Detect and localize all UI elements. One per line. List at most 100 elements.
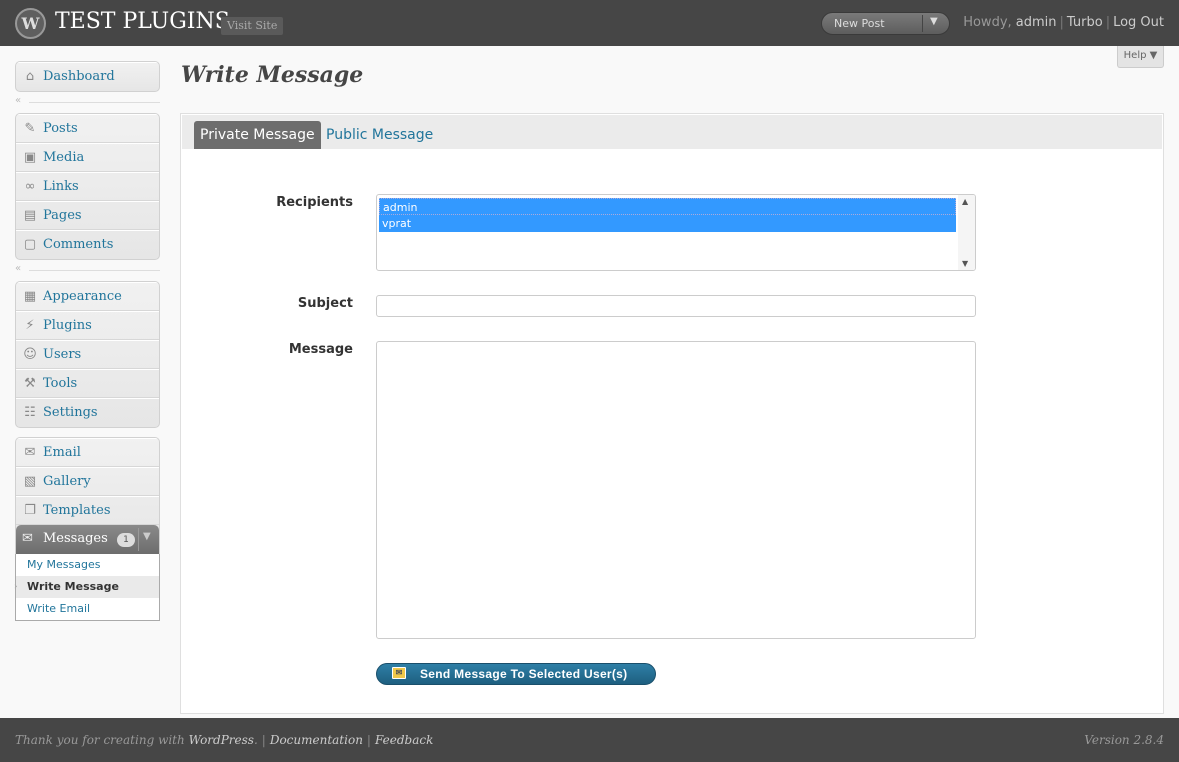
sidebar-item-links[interactable]: ∞ Links: [16, 172, 159, 201]
help-arrow-icon[interactable]: ▼: [1150, 50, 1158, 61]
sidebar-item-label[interactable]: Dashboard: [43, 69, 115, 84]
sidebar-item-label[interactable]: Gallery: [43, 474, 91, 489]
menu-collapse-separator[interactable]: «: [15, 92, 160, 113]
sidebar-item-label[interactable]: Templates: [43, 503, 111, 518]
separator-line: [29, 102, 160, 103]
recipient-option[interactable]: admin: [379, 198, 956, 215]
collapse-arrows-icon[interactable]: «: [15, 95, 21, 106]
admin-sidebar: ⌂ Dashboard « ✎ Posts ▣ Media ∞ Links ▤ Page…: [14, 61, 160, 621]
sidebar-item-label[interactable]: Pages: [43, 208, 82, 223]
messages-submenu: My Messages › Write Message Write Email: [14, 554, 160, 621]
new-post-dropdown[interactable]: New Post ▼: [821, 12, 950, 35]
sidebar-item-label[interactable]: Messages: [43, 531, 108, 546]
divider: [138, 528, 139, 551]
sidebar-item-label[interactable]: Plugins: [43, 318, 92, 333]
help-button[interactable]: Help ▼: [1117, 46, 1164, 68]
period-text: .: [253, 733, 258, 747]
home-icon: ⌂: [25, 69, 35, 84]
sidebar-item-templates[interactable]: ❐ Templates: [16, 496, 159, 525]
submenu-label[interactable]: Write Message: [27, 580, 119, 593]
expand-arrow-icon[interactable]: ▼: [143, 531, 151, 542]
sidebar-item-posts[interactable]: ✎ Posts: [16, 114, 159, 143]
recipient-option[interactable]: vprat: [379, 215, 956, 232]
wordpress-logo-icon[interactable]: W: [15, 8, 46, 39]
menu-group-settings: ▦ Appearance ⚡ Plugins ☺ Users ⚒ Tools ☷ Sett…: [15, 281, 160, 428]
submenu-write-message[interactable]: › Write Message: [14, 576, 159, 598]
link-icon: ∞: [24, 179, 36, 194]
sidebar-item-label[interactable]: Tools: [43, 376, 77, 391]
menu-collapse-separator[interactable]: «: [15, 260, 160, 281]
sidebar-item-media[interactable]: ▣ Media: [16, 143, 159, 172]
logout-link[interactable]: Log Out: [1113, 15, 1164, 30]
wordpress-link[interactable]: WordPress: [189, 733, 254, 747]
settings-icon: ☷: [24, 405, 36, 420]
pages-icon: ▤: [23, 208, 37, 223]
tab-bar: Private Message Public Message: [182, 115, 1162, 149]
footer-credits: Thank you for creating with WordPress. | D…: [15, 733, 433, 747]
submenu-write-email[interactable]: Write Email: [16, 598, 159, 620]
sidebar-item-label[interactable]: Comments: [43, 237, 113, 252]
appearance-icon: ▦: [23, 289, 37, 304]
user-greeting: Howdy, admin | Turbo | Log Out: [963, 15, 1164, 30]
menu-group-content: ✎ Posts ▣ Media ∞ Links ▤ Pages ▢ Comments: [15, 113, 160, 260]
subject-input[interactable]: [376, 295, 976, 317]
submenu-my-messages[interactable]: My Messages: [16, 554, 159, 576]
sidebar-item-pages[interactable]: ▤ Pages: [16, 201, 159, 230]
send-message-button[interactable]: ✉ Send Message To Selected User(s): [376, 663, 656, 685]
listbox-scrollbar[interactable]: ▲ ▼: [958, 195, 975, 270]
sidebar-item-gallery[interactable]: ▧ Gallery: [16, 467, 159, 496]
admin-header: W TEST PLUGINS Visit Site New Post ▼ How…: [0, 0, 1179, 46]
dropdown-arrow-icon[interactable]: ▼: [930, 16, 938, 27]
sidebar-item-dashboard[interactable]: ⌂ Dashboard: [16, 62, 159, 91]
menu-group-plugins: ✉ Email ▧ Gallery ❐ Templates ✉ Messages 1 …: [15, 437, 160, 554]
recipients-listbox[interactable]: admin vprat ▲ ▼: [376, 194, 976, 271]
sidebar-item-settings[interactable]: ☷ Settings: [16, 398, 159, 427]
templates-icon: ❐: [24, 503, 36, 518]
turbo-link[interactable]: Turbo: [1067, 15, 1103, 30]
sidebar-item-appearance[interactable]: ▦ Appearance: [16, 282, 159, 311]
users-icon: ☺: [23, 347, 37, 362]
unread-count-badge: 1: [117, 533, 135, 547]
sidebar-item-comments[interactable]: ▢ Comments: [16, 230, 159, 259]
send-button-label[interactable]: Send Message To Selected User(s): [420, 667, 627, 681]
sidebar-item-plugins[interactable]: ⚡ Plugins: [16, 311, 159, 340]
dropdown-separator: [922, 15, 923, 32]
tab-private-message[interactable]: Private Message: [194, 121, 321, 149]
visit-site-button[interactable]: Visit Site: [221, 17, 284, 35]
feedback-link[interactable]: Feedback: [375, 733, 433, 747]
sidebar-item-tools[interactable]: ⚒ Tools: [16, 369, 159, 398]
envelope-icon: ✉: [22, 531, 33, 546]
user-profile-link[interactable]: admin: [1016, 15, 1057, 30]
site-title[interactable]: TEST PLUGINS: [55, 9, 230, 34]
email-icon: ✉: [24, 445, 36, 460]
current-page-arrow-icon: ›: [14, 582, 18, 592]
help-label[interactable]: Help: [1124, 50, 1147, 61]
collapse-arrows-icon[interactable]: «: [15, 263, 21, 274]
pin-icon: ✎: [24, 121, 36, 136]
gallery-icon: ▧: [23, 474, 37, 489]
tab-public-message[interactable]: Public Message: [320, 121, 439, 149]
sidebar-item-label[interactable]: Posts: [43, 121, 78, 136]
sidebar-item-label[interactable]: Settings: [43, 405, 98, 420]
sidebar-item-label[interactable]: Links: [43, 179, 79, 194]
sidebar-item-email[interactable]: ✉ Email: [16, 438, 159, 467]
documentation-link[interactable]: Documentation: [270, 733, 363, 747]
send-mail-icon: ✉: [392, 667, 406, 679]
scroll-down-icon[interactable]: ▼: [962, 259, 968, 268]
sidebar-item-label[interactable]: Appearance: [43, 289, 122, 304]
sidebar-item-users[interactable]: ☺ Users: [16, 340, 159, 369]
scroll-up-icon[interactable]: ▲: [962, 197, 968, 206]
new-post-label[interactable]: New Post: [834, 17, 885, 30]
message-label: Message: [288, 342, 353, 357]
message-textarea[interactable]: [376, 341, 976, 639]
sidebar-item-label[interactable]: Users: [43, 347, 81, 362]
sidebar-item-messages[interactable]: ✉ Messages 1 ▼: [16, 525, 159, 554]
sidebar-item-label[interactable]: Email: [43, 445, 81, 460]
version-text: Version 2.8.4: [1084, 733, 1164, 747]
recipients-label: Recipients: [276, 195, 353, 210]
subject-label: Subject: [297, 296, 353, 311]
sidebar-item-label[interactable]: Media: [43, 150, 84, 165]
menu-group-dashboard: ⌂ Dashboard: [15, 61, 160, 92]
logo-glyph: W: [21, 14, 40, 33]
separator-line: [29, 270, 160, 271]
